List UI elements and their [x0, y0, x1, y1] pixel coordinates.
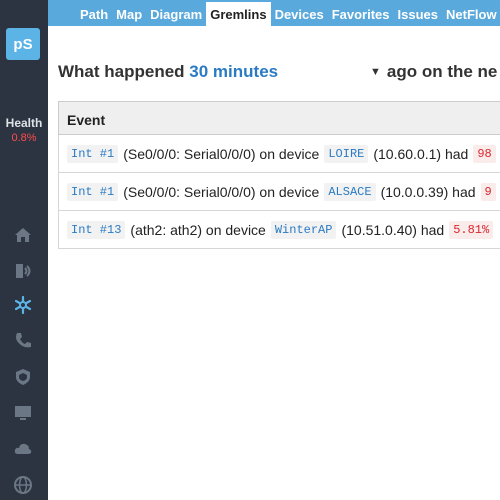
interface-link[interactable]: Int #13 [67, 220, 126, 239]
tab-netflow[interactable]: NetFlow [442, 1, 500, 26]
monitor-icon[interactable] [11, 402, 35, 424]
app-logo[interactable]: pS [6, 28, 40, 60]
duration-selector[interactable]: 30 minutes [189, 62, 278, 81]
phone-icon[interactable] [11, 330, 35, 352]
table-row: Int #1 (Se0/0/0: Serial0/0/0) on device … [58, 135, 500, 173]
tab-diagram[interactable]: Diagram [146, 1, 206, 26]
globe-icon[interactable] [11, 474, 35, 496]
metric-value: 9 [480, 182, 496, 201]
time-range-dropdown[interactable]: ▼ ago on the ne [370, 62, 497, 82]
home-icon[interactable] [11, 224, 35, 246]
metric-value: 98 [473, 144, 496, 163]
table-row: Int #1 (Se0/0/0: Serial0/0/0) on device … [58, 173, 500, 211]
device-link[interactable]: ALSACE [324, 182, 376, 201]
metric-value: 5.81% [449, 220, 494, 239]
tab-map[interactable]: Map [112, 1, 146, 26]
cloud-icon[interactable] [11, 438, 35, 460]
device-ip: (10.60.0.1) had [373, 145, 469, 162]
device-ip: (10.51.0.40) had [341, 221, 445, 238]
signal-icon[interactable] [11, 260, 35, 282]
shield-icon[interactable] [11, 366, 35, 388]
sidebar: pS Health 0.8% [0, 0, 48, 500]
top-menu: Path Map Diagram Gremlins Devices Favorites Is… [48, 0, 500, 26]
table-header: Event [58, 101, 500, 135]
tab-favorites[interactable]: Favorites [328, 1, 394, 26]
title-suffix: ago on the ne [386, 62, 498, 81]
column-event[interactable]: Event [59, 102, 500, 128]
tab-gremlins[interactable]: Gremlins [206, 2, 271, 26]
tab-issues[interactable]: Issues [394, 1, 442, 26]
health-label: Health [5, 116, 43, 130]
title-prefix: What happened [58, 62, 185, 81]
device-link[interactable]: LOIRE [324, 144, 369, 163]
interface-desc: (Se0/0/0: Serial0/0/0) on device [123, 183, 320, 200]
caret-down-icon[interactable]: ▼ [370, 66, 381, 78]
interface-link[interactable]: Int #1 [67, 182, 119, 201]
tab-path[interactable]: Path [76, 1, 112, 26]
health-value: 0.8% [11, 132, 37, 144]
device-link[interactable]: WinterAP [270, 220, 337, 239]
events-table: Event Int #1 (Se0/0/0: Serial0/0/0) on d… [58, 101, 500, 249]
tab-devices[interactable]: Devices [271, 1, 328, 26]
gremlins-icon[interactable] [11, 294, 35, 316]
interface-desc: (ath2: ath2) on device [130, 221, 266, 238]
interface-link[interactable]: Int #1 [67, 144, 119, 163]
table-row: Int #13 (ath2: ath2) on device WinterAP … [58, 211, 500, 249]
interface-desc: (Se0/0/0: Serial0/0/0) on device [123, 145, 320, 162]
device-ip: (10.0.0.39) had [380, 183, 476, 200]
page-title: What happened 30 minutes [58, 62, 278, 82]
health-panel[interactable]: Health 0.8% [0, 116, 48, 144]
